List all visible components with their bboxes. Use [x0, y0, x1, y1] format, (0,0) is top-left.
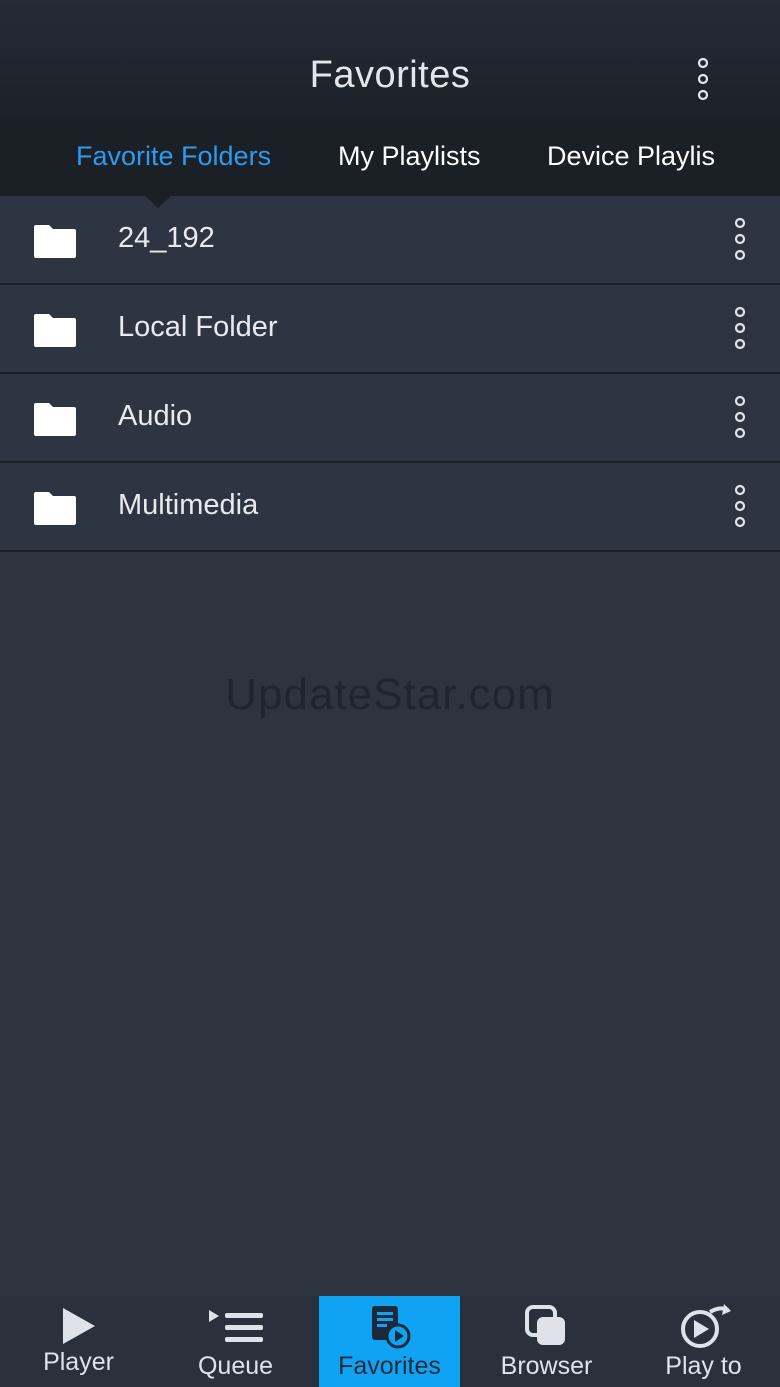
folder-icon	[34, 492, 76, 525]
tabbar-label: Player	[43, 1348, 114, 1376]
tabbar-queue[interactable]: Queue	[165, 1296, 306, 1387]
vertical-dots-icon	[734, 484, 746, 528]
browser-icon	[524, 1305, 565, 1345]
list-item[interactable]: Local Folder	[0, 285, 780, 374]
tab-favorite-folders[interactable]: Favorite Folders	[76, 141, 271, 172]
list-item[interactable]: Multimedia	[0, 463, 780, 552]
tabbar-favorites[interactable]: Favorites	[319, 1296, 460, 1387]
tabbar-play-to[interactable]: Play to	[633, 1296, 774, 1387]
tabbar-label: Browser	[500, 1352, 593, 1380]
vertical-dots-icon	[734, 217, 746, 261]
item-more-button[interactable]	[722, 391, 758, 443]
tabbar-label: Play to	[665, 1352, 742, 1380]
tab-strip: Favorite Folders My Playlists Device Pla…	[0, 121, 780, 197]
header-more-button[interactable]	[682, 52, 724, 106]
tabbar-label: Queue	[197, 1352, 274, 1380]
tabbar-browser[interactable]: Browser	[476, 1296, 617, 1387]
folder-icon	[34, 314, 76, 347]
item-more-button[interactable]	[722, 302, 758, 354]
folder-icon	[34, 225, 76, 258]
play-icon	[62, 1308, 95, 1344]
favorites-icon	[371, 1306, 410, 1349]
folder-icon	[34, 403, 76, 436]
list-item[interactable]: 24_192	[0, 196, 780, 285]
vertical-dots-icon	[734, 395, 746, 439]
item-more-button[interactable]	[722, 213, 758, 265]
folder-name: Multimedia	[118, 489, 259, 521]
tab-my-playlists[interactable]: My Playlists	[338, 141, 481, 172]
tabbar-player[interactable]: Player	[8, 1296, 149, 1387]
folder-name: Audio	[118, 400, 193, 432]
play-to-icon	[680, 1304, 731, 1348]
bottom-tab-bar: Player Queue Favorites Browser Play to	[0, 1296, 780, 1387]
vertical-dots-icon	[697, 57, 709, 101]
list-item[interactable]: Audio	[0, 374, 780, 463]
folder-name: 24_192	[118, 222, 215, 254]
item-more-button[interactable]	[722, 480, 758, 532]
page-title: Favorites	[309, 54, 471, 96]
active-tab-pointer	[144, 195, 172, 208]
queue-icon	[208, 1310, 263, 1342]
header-bar: Favorites	[0, 0, 780, 121]
folder-name: Local Folder	[118, 311, 278, 343]
tabbar-label: Favorites	[338, 1352, 441, 1380]
vertical-dots-icon	[734, 306, 746, 350]
watermark: UpdateStar.com	[225, 670, 555, 719]
folder-list: 24_192 Local Folder Audio Multimedia	[0, 196, 780, 552]
tab-device-playlists[interactable]: Device Playlis	[547, 141, 715, 172]
